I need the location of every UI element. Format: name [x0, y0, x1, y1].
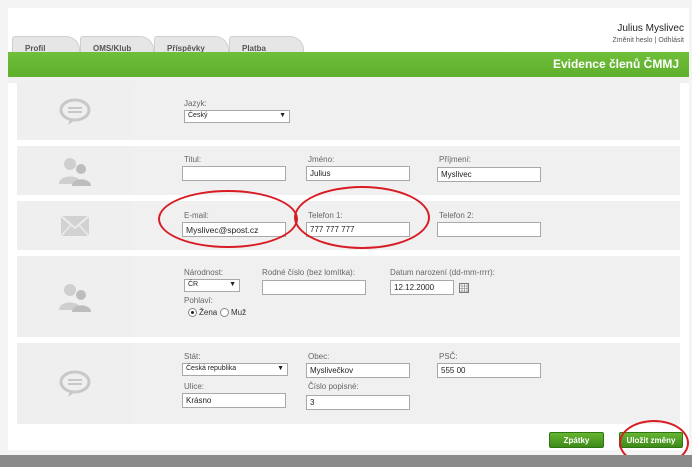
users-icon	[58, 157, 91, 186]
user-links: Změnit heslo | Odhlásit	[613, 37, 685, 44]
zip-label: PSČ:	[439, 352, 458, 361]
link-separator: |	[654, 37, 657, 44]
chevron-down-icon: ▼	[229, 281, 236, 288]
back-button[interactable]: Zpátky	[549, 432, 604, 448]
zip-input[interactable]: 555 00	[437, 363, 541, 378]
last-name-input[interactable]: Myslivec	[437, 167, 541, 182]
country-label: Stát:	[184, 352, 201, 361]
envelope-icon	[59, 214, 90, 237]
street-label: Ulice:	[184, 382, 205, 391]
gender-female-label: Žena	[199, 308, 218, 317]
house-number-label: Číslo popisné:	[308, 382, 359, 391]
language-value: Český	[188, 112, 208, 119]
phone2-label: Telefon 2:	[439, 211, 474, 220]
name-section: Titul: Jméno: Julius Příjmení: Myslivec	[132, 146, 680, 195]
nationality-label: Národnost:	[184, 268, 224, 277]
chevron-down-icon: ▼	[279, 112, 286, 119]
calendar-icon[interactable]	[459, 283, 469, 293]
section-icon-cell	[17, 146, 132, 195]
personal-section: Národnost: ČR ▼ Rodné číslo (bez lomítka…	[132, 256, 680, 337]
gender-label: Pohlaví:	[184, 296, 213, 305]
first-name-input[interactable]: Julius	[306, 166, 410, 181]
birth-number-input[interactable]	[262, 280, 366, 295]
gender-female-radio[interactable]	[188, 308, 197, 317]
back-button-label: Zpátky	[563, 435, 590, 445]
highlight-ellipse-phone	[294, 186, 430, 249]
speech-bubble-icon	[59, 98, 90, 125]
birth-date-label: Datum narození (dd-mm-rrrr):	[390, 268, 495, 277]
footer-bar	[0, 455, 692, 467]
country-select[interactable]: Česká republika ▼	[182, 363, 288, 376]
speech-bubble-icon	[59, 370, 90, 397]
language-label: Jazyk:	[184, 99, 207, 108]
gender-male-label: Muž	[231, 308, 247, 317]
house-number-input[interactable]: 3	[306, 395, 410, 410]
language-select[interactable]: Český ▼	[184, 110, 290, 123]
country-value: Česká republika	[186, 365, 237, 372]
phone2-input[interactable]	[437, 222, 541, 237]
section-icon-cell	[17, 343, 132, 424]
city-input[interactable]: Myslivečkov	[306, 363, 410, 378]
section-icon-cell	[17, 256, 132, 337]
language-section: Jazyk: Český ▼	[132, 83, 680, 140]
page-title: Evidence členů ČMMJ	[552, 57, 679, 71]
header-bar: Evidence členů ČMMJ	[8, 52, 689, 77]
change-password-link[interactable]: Změnit heslo	[613, 37, 653, 44]
title-input[interactable]	[182, 166, 286, 181]
street-input[interactable]: Krásno	[182, 393, 286, 408]
section-icon-cell	[17, 201, 132, 250]
city-label: Obec:	[308, 352, 330, 361]
nationality-value: ČR	[188, 281, 199, 288]
first-name-label: Jméno:	[308, 155, 335, 164]
nationality-select[interactable]: ČR ▼	[184, 279, 240, 292]
address-section: Stát: Česká republika ▼ Obec: Myslivečko…	[132, 343, 680, 424]
chevron-down-icon: ▼	[277, 365, 284, 372]
logout-link[interactable]: Odhlásit	[658, 37, 684, 44]
birth-date-input[interactable]: 12.12.2000	[390, 280, 454, 295]
user-name: Julius Myslivec	[617, 23, 684, 34]
users-icon	[58, 283, 91, 312]
title-label: Titul:	[184, 155, 202, 164]
main-frame: Profil OMS/Klub Příspěvky Platba Julius …	[8, 8, 689, 466]
last-name-label: Příjmení:	[439, 155, 472, 164]
page: Profil OMS/Klub Příspěvky Platba Julius …	[0, 0, 692, 467]
gender-male-radio[interactable]	[220, 308, 229, 317]
section-icon-cell	[17, 83, 132, 140]
birth-number-label: Rodné číslo (bez lomítka):	[262, 268, 355, 277]
highlight-ellipse-email	[158, 190, 298, 248]
